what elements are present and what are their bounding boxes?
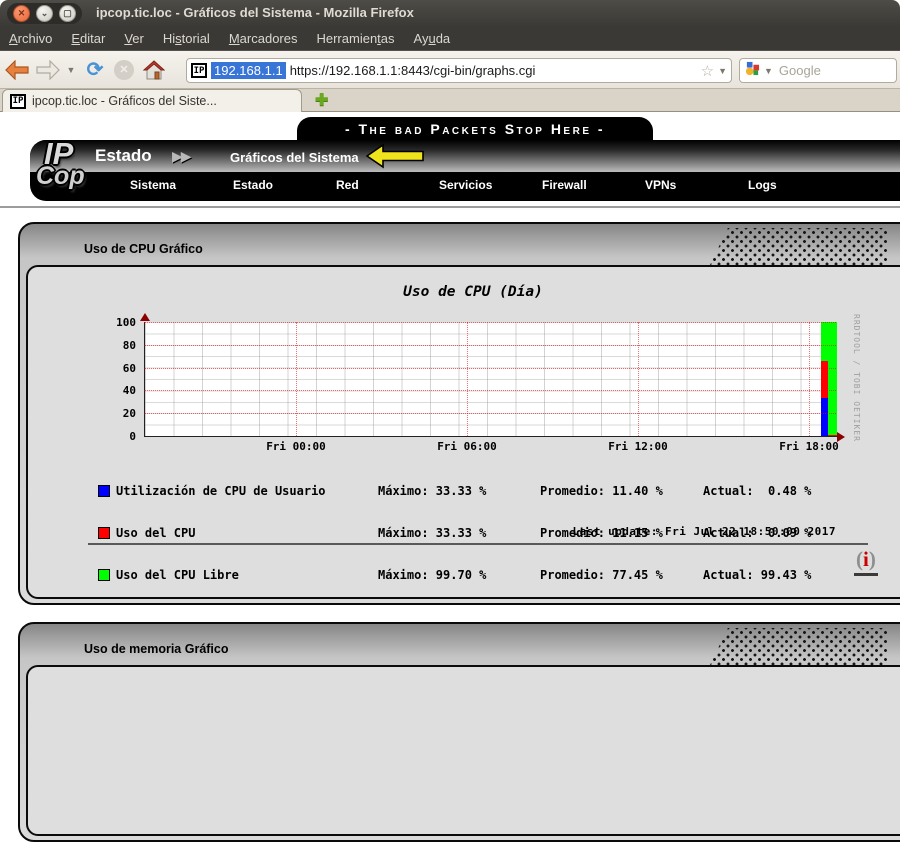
tab-bar: IP ipcop.tic.loc - Gráficos del Siste...… — [0, 89, 900, 112]
navigation-toolbar: ▼ ⟳ ✕ IP 192.168.1.1 https://192.168.1.1… — [0, 50, 900, 89]
url-dropdown-icon[interactable]: ▼ — [718, 66, 727, 76]
bar-segment — [828, 322, 837, 435]
double-arrow-icon: ▶▶ — [172, 148, 190, 165]
breadcrumb: Estado ▶▶ Gráficos del Sistema — [30, 140, 900, 172]
ipcop-header: Estado ▶▶ Gráficos del Sistema Sistema E… — [30, 140, 900, 201]
memory-panel-body — [26, 665, 900, 836]
plot-area — [144, 322, 837, 437]
legend-swatch-blue — [98, 485, 110, 497]
divider — [88, 543, 868, 545]
page-content: - The bad Packets Stop Here - Estado ▶▶ … — [0, 112, 900, 675]
reload-icon[interactable]: ⟳ — [80, 55, 110, 85]
last-update: Last update: Fri Jul 22 18:50:00 2017 — [88, 525, 836, 538]
h-gridline — [144, 368, 836, 369]
new-tab-button[interactable]: ✚ — [315, 90, 328, 110]
legend-row: Uso del CPU Libre Máximo: 99.70 % Promed… — [98, 568, 811, 582]
h-gridline — [144, 413, 836, 414]
h-gridline — [144, 390, 836, 391]
nav-sistema[interactable]: Sistema — [130, 178, 233, 192]
rrdtool-watermark: RRDTOOL / TOBI OETIKER — [852, 314, 861, 444]
legend-swatch-green — [98, 569, 110, 581]
site-favicon: IP — [191, 63, 207, 78]
bar-segment — [821, 361, 828, 399]
breadcrumb-section: Estado — [95, 146, 152, 166]
menu-marcadores[interactable]: Marcadores — [229, 31, 298, 46]
minimize-window-icon[interactable]: ⌄ — [36, 5, 53, 22]
v-gridline — [809, 322, 810, 436]
x-tick-label: Fri 00:00 — [256, 440, 336, 453]
memory-panel-title: Uso de memoria Gráfico — [84, 642, 229, 656]
info-icon[interactable]: (i) — [854, 547, 878, 576]
stop-icon[interactable]: ✕ — [110, 55, 138, 85]
v-gridline — [467, 322, 468, 436]
search-input[interactable] — [777, 62, 881, 79]
menu-ver[interactable]: Ver — [124, 31, 144, 46]
back-forward-dropdown-icon[interactable]: ▼ — [62, 55, 80, 85]
cpu-panel-title: Uso de CPU Gráfico — [84, 242, 203, 256]
cpu-panel-body: Uso de CPU (Día) RRDTOOL / TOBI OETIKER … — [26, 265, 900, 599]
back-icon[interactable] — [0, 55, 34, 85]
menu-bar: Archivo Editar Ver Historial Marcadores … — [0, 27, 900, 50]
maximize-window-icon[interactable]: ▢ — [59, 5, 76, 22]
tab-graficos-del-sistema[interactable]: IP ipcop.tic.loc - Gráficos del Siste... — [2, 89, 302, 112]
window-title: ipcop.tic.loc - Gráficos del Sistema - M… — [96, 5, 414, 20]
nav-firewall[interactable]: Firewall — [542, 178, 645, 192]
screen: { "window": { "title": "ipcop.tic.loc - … — [0, 0, 900, 675]
y-tick-label: 20 — [88, 407, 136, 420]
y-tick-label: 60 — [88, 362, 136, 375]
menu-editar[interactable]: Editar — [71, 31, 105, 46]
dots-decoration — [710, 628, 888, 665]
main-nav: Sistema Estado Red Servicios Firewall VP… — [130, 178, 851, 192]
h-gridline — [144, 322, 836, 323]
memory-panel: Uso de memoria Gráfico — [18, 622, 900, 842]
menu-historial[interactable]: Historial — [163, 31, 210, 46]
legend-row: Utilización de CPU de Usuario Máximo: 33… — [98, 484, 811, 498]
x-tick-label: Fri 12:00 — [598, 440, 678, 453]
cpu-graph: Uso de CPU (Día) RRDTOOL / TOBI OETIKER … — [88, 282, 878, 582]
title-bar: ✕ ⌄ ▢ ipcop.tic.loc - Gráficos del Siste… — [0, 0, 900, 27]
y-tick-label: 80 — [88, 339, 136, 352]
y-tick-label: 40 — [88, 384, 136, 397]
x-tick-label: Fri 06:00 — [427, 440, 507, 453]
y-tick-label: 100 — [88, 316, 136, 329]
x-tick-label: Fri 18:00 — [769, 440, 849, 453]
ipcop-logo: IP Cop — [34, 136, 102, 204]
close-window-icon[interactable]: ✕ — [13, 5, 30, 22]
menu-archivo[interactable]: Archivo — [9, 31, 52, 46]
v-gridline — [296, 322, 297, 436]
h-gridline — [144, 345, 836, 346]
y-tick-label: 0 — [88, 430, 136, 443]
cpu-panel: Uso de CPU Gráfico Uso de CPU (Día) RRDT… — [18, 222, 900, 605]
divider — [0, 206, 900, 208]
search-engine-dropdown-icon[interactable]: ▼ — [764, 66, 773, 76]
nav-red[interactable]: Red — [336, 178, 439, 192]
chart-title: Uso de CPU (Día) — [88, 284, 858, 300]
dots-decoration — [710, 228, 888, 265]
ipcop-slogan-banner: - The bad Packets Stop Here - — [297, 117, 653, 141]
menu-herramientas[interactable]: Herramientas — [316, 31, 394, 46]
nav-logs[interactable]: Logs — [748, 178, 851, 192]
nav-vpns[interactable]: VPNs — [645, 178, 748, 192]
window-controls: ✕ ⌄ ▢ — [7, 3, 82, 24]
bar-segment — [821, 398, 828, 436]
highlight-arrow-icon — [366, 144, 424, 174]
bar-segment — [828, 435, 837, 436]
nav-servicios[interactable]: Servicios — [439, 178, 542, 192]
y-axis-arrow-icon — [140, 313, 150, 321]
home-icon[interactable] — [138, 55, 170, 85]
nav-estado[interactable]: Estado — [233, 178, 336, 192]
url-bar[interactable]: IP 192.168.1.1 https://192.168.1.1:8443/… — [186, 58, 732, 83]
page-title: Gráficos del Sistema — [230, 150, 359, 165]
url-text: https://192.168.1.1:8443/cgi-bin/graphs.… — [290, 63, 536, 78]
forward-icon[interactable] — [34, 55, 62, 85]
url-selected-host: 192.168.1.1 — [211, 62, 286, 79]
tab-title: ipcop.tic.loc - Gráficos del Siste... — [32, 94, 217, 108]
v-gridline — [638, 322, 639, 436]
menu-ayuda[interactable]: Ayuda — [414, 31, 451, 46]
tab-favicon: IP — [10, 94, 26, 109]
google-search-engine-icon[interactable] — [745, 61, 760, 81]
bookmark-star-icon[interactable]: ☆ — [701, 62, 714, 80]
bar-segment — [821, 322, 828, 361]
search-bar[interactable]: ▼ — [739, 58, 897, 83]
